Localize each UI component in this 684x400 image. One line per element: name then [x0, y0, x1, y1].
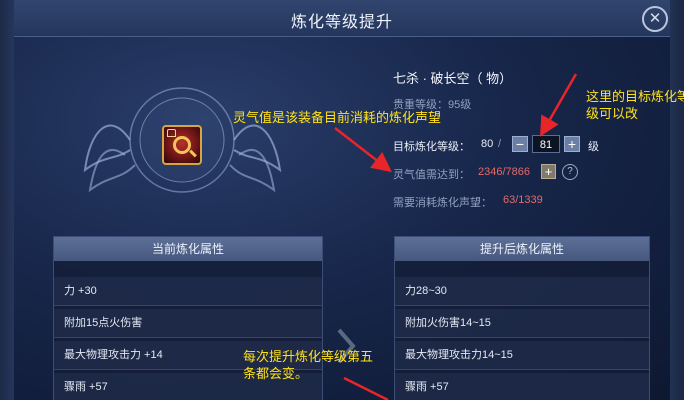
dialog-screen: 炼化等级提升 ✕ 七杀 · 破长空（ 物） 贵重等级：95级 目标炼化等级： 8… — [0, 0, 684, 400]
annotation-arrows — [334, 73, 578, 400]
